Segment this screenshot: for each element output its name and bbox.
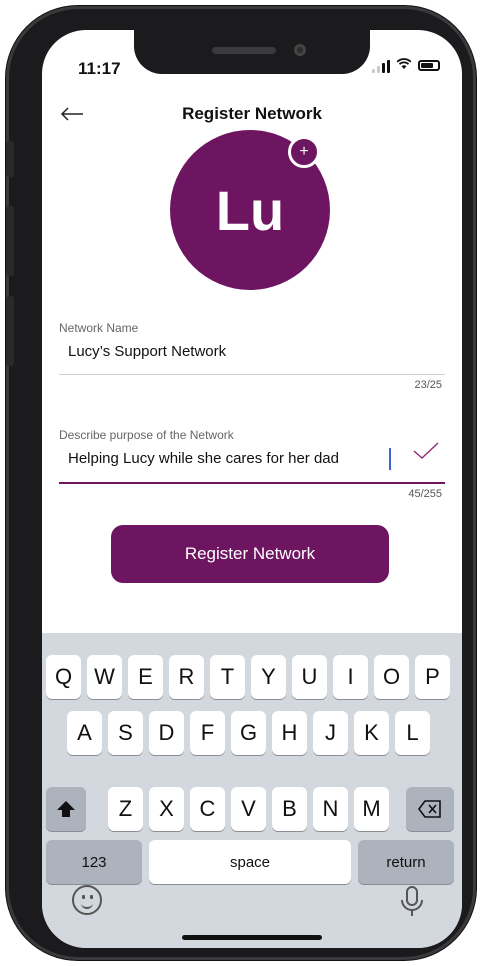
network-name-underline	[59, 374, 445, 375]
app-screen: 11:17 Register Network Lu + Network Name…	[42, 30, 462, 948]
notch	[134, 30, 370, 74]
purpose-underline	[59, 482, 445, 484]
key-g[interactable]: G	[231, 711, 266, 755]
volume-up-button	[6, 206, 14, 276]
phone-frame: 11:17 Register Network Lu + Network Name…	[6, 6, 476, 960]
key-i[interactable]: I	[333, 655, 368, 699]
key-t[interactable]: T	[210, 655, 245, 699]
key-e[interactable]: E	[128, 655, 163, 699]
purpose-counter: 45/255	[408, 488, 442, 500]
volume-down-button	[6, 296, 14, 366]
key-r[interactable]: R	[169, 655, 204, 699]
front-camera	[294, 44, 306, 56]
microphone-icon[interactable]	[398, 885, 426, 919]
key-o[interactable]: O	[374, 655, 409, 699]
network-name-label: Network Name	[59, 321, 139, 335]
key-c[interactable]: C	[190, 787, 225, 831]
backspace-icon	[418, 800, 441, 818]
key-f[interactable]: F	[190, 711, 225, 755]
return-key[interactable]: return	[358, 840, 454, 884]
key-h[interactable]: H	[272, 711, 307, 755]
speaker	[212, 47, 276, 54]
key-w[interactable]: W	[87, 655, 122, 699]
key-v[interactable]: V	[231, 787, 266, 831]
page-title: Register Network	[182, 104, 322, 123]
key-z[interactable]: Z	[108, 787, 143, 831]
key-b[interactable]: B	[272, 787, 307, 831]
key-m[interactable]: M	[354, 787, 389, 831]
network-name-counter: 23/25	[414, 379, 442, 391]
home-indicator	[182, 935, 322, 940]
key-d[interactable]: D	[149, 711, 184, 755]
backspace-key[interactable]	[406, 787, 454, 831]
silent-switch	[6, 141, 14, 177]
numbers-key[interactable]: 123	[46, 840, 142, 884]
keyboard: QWERTYUIOP ASDFGHJKL ZXCVBNM 123 space r…	[42, 633, 462, 948]
purpose-label: Describe purpose of the Network	[59, 428, 234, 442]
key-y[interactable]: Y	[251, 655, 286, 699]
status-icons	[372, 58, 440, 73]
network-name-field[interactable]: Lucy’s Support Network	[68, 343, 226, 360]
emoji-icon[interactable]	[72, 885, 102, 915]
signal-icon	[372, 59, 390, 73]
key-s[interactable]: S	[108, 711, 143, 755]
battery-icon	[418, 60, 440, 71]
purpose-field[interactable]: Helping Lucy while she cares for her dad	[68, 450, 339, 467]
key-a[interactable]: A	[67, 711, 102, 755]
status-time: 11:17	[78, 59, 121, 78]
plus-icon: +	[299, 143, 309, 160]
register-network-button[interactable]: Register Network	[111, 525, 389, 583]
key-j[interactable]: J	[313, 711, 348, 755]
checkmark-icon	[412, 441, 440, 466]
text-cursor	[389, 448, 391, 470]
key-u[interactable]: U	[292, 655, 327, 699]
key-p[interactable]: P	[415, 655, 450, 699]
shift-icon	[57, 801, 75, 817]
shift-key[interactable]	[46, 787, 86, 831]
key-l[interactable]: L	[395, 711, 430, 755]
add-photo-button[interactable]: +	[288, 136, 320, 168]
avatar-initials: Lu	[215, 178, 285, 242]
space-key[interactable]: space	[149, 840, 351, 884]
key-n[interactable]: N	[313, 787, 348, 831]
key-k[interactable]: K	[354, 711, 389, 755]
wifi-icon	[396, 58, 412, 73]
key-q[interactable]: Q	[46, 655, 81, 699]
key-x[interactable]: X	[149, 787, 184, 831]
